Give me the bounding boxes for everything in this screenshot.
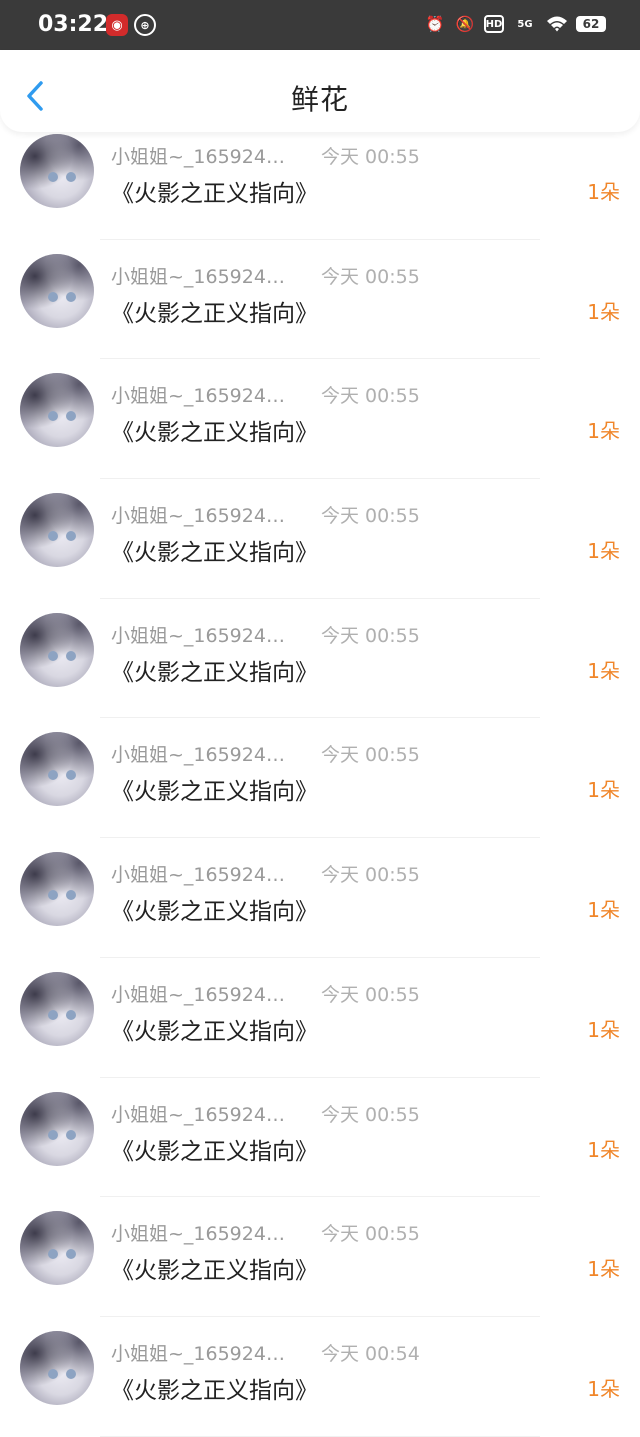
flower-count: 1朵: [587, 419, 620, 444]
list-item[interactable]: 小姐姐~_165924… 今天 00:55 《火影之正义指向》 1朵: [0, 718, 640, 838]
list-item[interactable]: 小姐姐~_165924… 今天 00:55 《火影之正义指向》 1朵: [0, 1078, 640, 1198]
avatar[interactable]: [20, 971, 94, 1046]
timestamp: 今天 00:55: [321, 505, 420, 528]
flower-record-list[interactable]: 小姐姐~_165924… 今天 00:55 《火影之正义指向》 1朵 小姐姐~_…: [0, 120, 640, 1437]
battery-icon: 62: [576, 16, 606, 32]
list-item[interactable]: 小姐姐~_165924… 今天 00:55 《火影之正义指向》 1朵: [0, 958, 640, 1078]
flower-count: 1朵: [587, 539, 620, 564]
flower-count: 1朵: [587, 299, 620, 324]
avatar[interactable]: [20, 253, 94, 328]
alarm-icon: ⏰: [425, 15, 445, 33]
timestamp: 今天 00:55: [321, 1223, 420, 1246]
book-title: 《火影之正义指向》: [111, 540, 318, 567]
timestamp: 今天 00:55: [321, 624, 420, 647]
book-title: 《火影之正义指向》: [111, 899, 318, 926]
page-title: 鲜花: [290, 83, 349, 116]
wifi-icon: [546, 13, 568, 35]
status-time: 03:22: [38, 12, 109, 37]
book-title: 《火影之正义指向》: [111, 659, 318, 686]
avatar[interactable]: [20, 1091, 94, 1166]
username[interactable]: 小姐姐~_165924…: [111, 262, 285, 289]
avatar[interactable]: [20, 1330, 94, 1405]
username[interactable]: 小姐姐~_165924…: [111, 740, 285, 767]
list-item[interactable]: 小姐姐~_165924… 今天 00:55 《火影之正义指向》 1朵: [0, 1197, 640, 1317]
avatar[interactable]: [20, 373, 94, 448]
book-title: 《火影之正义指向》: [111, 779, 318, 806]
timestamp: 今天 00:55: [321, 983, 420, 1006]
flower-count: 1朵: [587, 1137, 620, 1162]
timestamp: 今天 00:55: [321, 864, 420, 887]
book-title: 《火影之正义指向》: [111, 420, 318, 447]
status-icons: ⏰ 🔕 HD 5G 62: [424, 13, 606, 35]
timestamp: 今天 00:55: [321, 265, 420, 288]
avatar[interactable]: [20, 134, 94, 208]
avatar[interactable]: [20, 612, 94, 687]
list-item[interactable]: 小姐姐~_165924… 今天 00:55 《火影之正义指向》 1朵: [0, 359, 640, 479]
timestamp: 今天 00:55: [321, 744, 420, 767]
username[interactable]: 小姐姐~_165924…: [111, 1100, 285, 1127]
book-title: 《火影之正义指向》: [111, 300, 318, 327]
list-item[interactable]: 小姐姐~_165924… 今天 00:55 《火影之正义指向》 1朵: [0, 838, 640, 958]
netease-music-icon: ◉: [106, 14, 128, 36]
status-bar: 03:22 ◉ ⊕ ⏰ 🔕 HD 5G 62: [0, 0, 640, 50]
flower-count: 1朵: [587, 898, 620, 923]
username[interactable]: 小姐姐~_165924…: [111, 142, 285, 169]
app-icon: ⊕: [134, 14, 156, 36]
avatar[interactable]: [20, 1211, 94, 1286]
username[interactable]: 小姐姐~_165924…: [111, 860, 285, 887]
mute-icon: 🔕: [455, 15, 475, 33]
book-title: 《火影之正义指向》: [111, 181, 318, 207]
timestamp: 今天 00:54: [321, 1342, 420, 1365]
avatar[interactable]: [20, 852, 94, 927]
flower-count: 1朵: [587, 1257, 620, 1282]
book-title: 《火影之正义指向》: [111, 1377, 318, 1404]
list-item[interactable]: 小姐姐~_165924… 今天 00:55 《火影之正义指向》 1朵: [0, 240, 640, 360]
timestamp: 今天 00:55: [321, 146, 420, 168]
username[interactable]: 小姐姐~_165924…: [111, 381, 285, 408]
avatar[interactable]: [20, 732, 94, 807]
list-item[interactable]: 小姐姐~_165924… 今天 00:55 《火影之正义指向》 1朵: [0, 479, 640, 599]
timestamp: 今天 00:55: [321, 1103, 420, 1126]
flower-count: 1朵: [587, 180, 620, 204]
book-title: 《火影之正义指向》: [111, 1258, 318, 1285]
list-item[interactable]: 小姐姐~_165924… 今天 00:54 《火影之正义指向》 1朵: [0, 1317, 640, 1437]
username[interactable]: 小姐姐~_165924…: [111, 1219, 285, 1246]
list-item[interactable]: 小姐姐~_165924… 今天 00:55 《火影之正义指向》 1朵: [0, 120, 640, 240]
flower-count: 1朵: [587, 1017, 620, 1042]
5g-signal-icon: 5G: [517, 18, 533, 30]
timestamp: 今天 00:55: [321, 385, 420, 408]
app-header: 鲜花: [0, 50, 640, 132]
list-item[interactable]: 小姐姐~_165924… 今天 00:55 《火影之正义指向》 1朵: [0, 599, 640, 719]
book-title: 《火影之正义指向》: [111, 1018, 318, 1045]
flower-count: 1朵: [587, 778, 620, 803]
flower-count: 1朵: [587, 658, 620, 683]
hd-icon: HD: [484, 15, 504, 33]
username[interactable]: 小姐姐~_165924…: [111, 980, 285, 1007]
book-title: 《火影之正义指向》: [111, 1138, 318, 1165]
username[interactable]: 小姐姐~_165924…: [111, 501, 285, 528]
avatar[interactable]: [20, 493, 94, 568]
flower-count: 1朵: [587, 1376, 620, 1401]
username[interactable]: 小姐姐~_165924…: [111, 1339, 285, 1366]
username[interactable]: 小姐姐~_165924…: [111, 621, 285, 648]
